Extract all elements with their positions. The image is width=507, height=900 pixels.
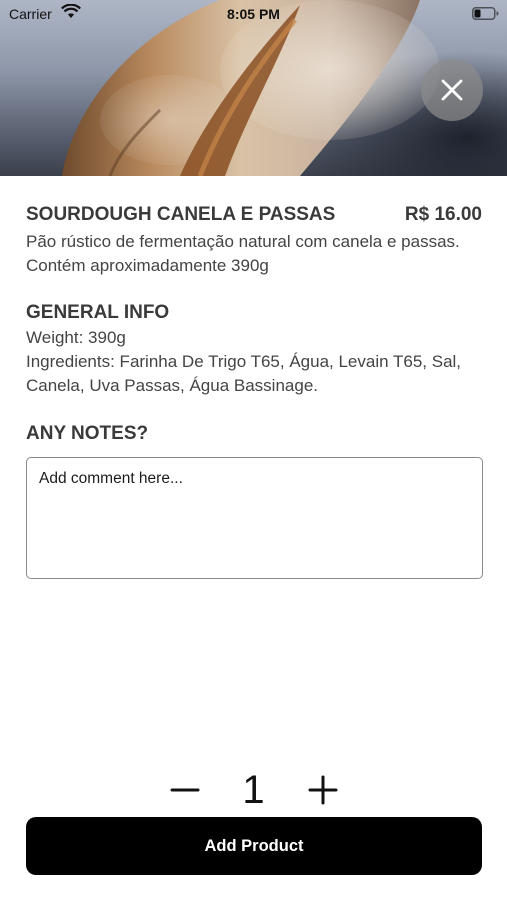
plus-icon	[308, 775, 337, 805]
status-bar: Carrier 8:05 PM	[0, 0, 507, 28]
quantity-value: 1	[242, 768, 265, 812]
product-title: SOURDOUGH CANELA E PASSAS	[26, 204, 336, 225]
close-icon	[441, 79, 463, 101]
ingredients-text: Ingredients: Farinha De Trigo T65, Água,…	[26, 352, 462, 395]
product-description: Pão rústico de fermentação natural com c…	[26, 232, 460, 275]
minus-icon	[170, 788, 199, 792]
product-price: R$ 16.00	[404, 204, 482, 225]
comment-input[interactable]	[26, 457, 483, 579]
decrement-button[interactable]	[161, 766, 209, 814]
add-product-button[interactable]: Add Product	[26, 817, 482, 875]
battery-icon	[472, 7, 499, 20]
weight-text: Weight: 390g	[26, 328, 126, 347]
title-row: SOURDOUGH CANELA E PASSAS R$ 16.00	[26, 202, 482, 228]
status-time: 8:05 PM	[227, 6, 280, 22]
product-image: Carrier 8:05 PM	[0, 0, 507, 176]
close-button[interactable]	[421, 59, 483, 121]
notes-heading: ANY NOTES?	[26, 423, 149, 444]
quantity-stepper: 1	[0, 764, 507, 816]
product-details: SOURDOUGH CANELA E PASSAS R$ 16.00 Pão r…	[26, 202, 483, 579]
increment-button[interactable]	[299, 766, 347, 814]
general-info-heading: GENERAL INFO	[26, 302, 170, 323]
